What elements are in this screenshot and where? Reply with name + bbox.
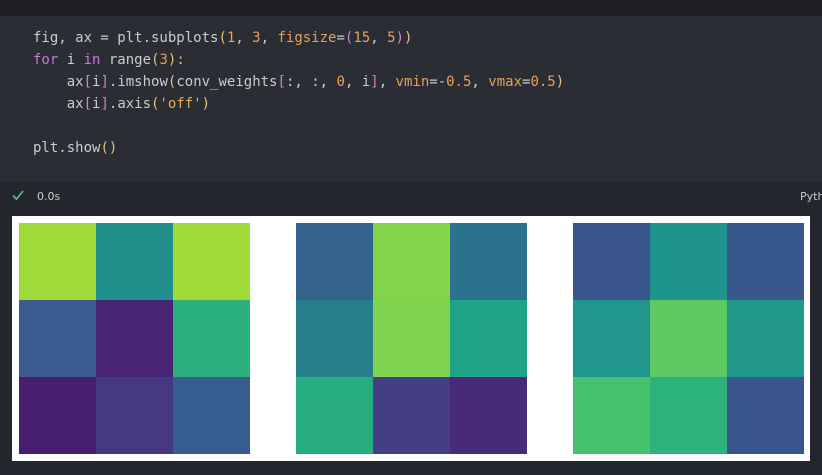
heatmap-cell — [173, 300, 250, 377]
heatmap-panel-2 — [573, 223, 804, 454]
code-editor[interactable]: fig, ax = plt.subplots(1, 3, figsize=(15… — [33, 27, 564, 159]
heatmap-cell — [296, 377, 373, 454]
heatmap-cell — [96, 377, 173, 454]
heatmap-cell — [650, 377, 727, 454]
code-token: ): — [167, 52, 185, 68]
heatmap-cell — [19, 223, 96, 300]
code-cell[interactable]: fig, ax = plt.subplots(1, 3, figsize=(15… — [0, 16, 822, 182]
code-token: ax — [33, 96, 84, 112]
heatmap-cell — [173, 223, 250, 300]
heatmap-cell — [650, 300, 727, 377]
code-token: , — [260, 30, 278, 46]
code-token: ) — [403, 30, 413, 46]
code-token: ] — [100, 74, 109, 90]
code-token: ) — [555, 74, 565, 90]
code-token: () — [100, 140, 118, 156]
code-token: 3 — [252, 30, 261, 46]
code-token: =- — [429, 74, 447, 90]
code-token: 5 — [387, 30, 396, 46]
code-line: ax[i].axis('off') — [33, 93, 564, 115]
code-token: fig, ax = plt.subplots — [33, 30, 219, 46]
code-token: [ — [83, 96, 93, 112]
heatmap-cell — [296, 223, 373, 300]
heatmap-cell — [96, 300, 173, 377]
code-token: range — [100, 52, 152, 68]
code-token: 0 — [336, 74, 345, 90]
code-token: = — [336, 30, 345, 46]
code-token: ) — [201, 96, 211, 112]
code-token: plt.show — [33, 140, 101, 156]
code-token: , i — [344, 74, 371, 90]
code-token: ] — [370, 74, 379, 90]
code-token: .axis — [108, 96, 152, 112]
code-token: ] — [100, 96, 109, 112]
cell-top-border — [0, 0, 822, 16]
check-icon — [12, 190, 24, 201]
heatmap-cell — [573, 300, 650, 377]
code-token: 15 — [353, 30, 371, 46]
heatmap-panel-1 — [296, 223, 527, 454]
execution-time: 0.0s — [37, 190, 61, 203]
code-token: ) — [395, 30, 404, 46]
code-token: ax — [33, 74, 84, 90]
code-token: in — [83, 52, 101, 68]
code-token: 3 — [159, 52, 168, 68]
heatmap-panel-0 — [19, 223, 250, 454]
cell-status-bar: 0.0s Pyth — [0, 182, 822, 212]
heatmap-cell — [450, 377, 527, 454]
heatmap-cell — [373, 300, 450, 377]
heatmap-cell — [96, 223, 173, 300]
code-token: vmax — [488, 74, 522, 90]
heatmap-cell — [296, 300, 373, 377]
code-token: vmin — [395, 74, 430, 90]
heatmap-cell — [19, 377, 96, 454]
code-token: :, :, — [285, 74, 337, 90]
heatmap-cell — [573, 223, 650, 300]
code-token: [ — [277, 74, 286, 90]
kernel-language-label[interactable]: Pyth — [800, 190, 822, 203]
heatmap-cell — [19, 300, 96, 377]
heatmap-cell — [173, 377, 250, 454]
code-token: 0.5 — [530, 74, 556, 90]
code-token: , — [370, 30, 388, 46]
code-token: ( — [218, 30, 227, 46]
code-token: , — [235, 30, 253, 46]
code-token: 'off' — [159, 96, 202, 112]
code-token: for — [33, 52, 59, 68]
code-line: plt.show() — [33, 137, 564, 159]
code-token: , — [378, 74, 396, 90]
code-token: , — [471, 74, 489, 90]
code-line: ax[i].imshow(conv_weights[:, :, 0, i], v… — [33, 71, 564, 93]
heatmap-cell — [727, 223, 804, 300]
heatmap-cell — [373, 223, 450, 300]
heatmap-cell — [450, 300, 527, 377]
code-token: .imshow — [108, 74, 168, 90]
cell-output — [12, 216, 810, 461]
heatmap-cell — [727, 300, 804, 377]
code-token: conv_weights — [176, 74, 278, 90]
heatmap-cell — [450, 223, 527, 300]
code-token: [ — [83, 74, 93, 90]
code-token: 0.5 — [446, 74, 472, 90]
heatmap-cell — [727, 377, 804, 454]
code-line: fig, ax = plt.subplots(1, 3, figsize=(15… — [33, 27, 564, 49]
heatmap-cell — [373, 377, 450, 454]
code-line: for i in range(3): — [33, 49, 564, 71]
code-token: i — [58, 52, 84, 68]
code-token: figsize — [277, 30, 337, 46]
heatmap-cell — [650, 223, 727, 300]
heatmap-cell — [573, 377, 650, 454]
